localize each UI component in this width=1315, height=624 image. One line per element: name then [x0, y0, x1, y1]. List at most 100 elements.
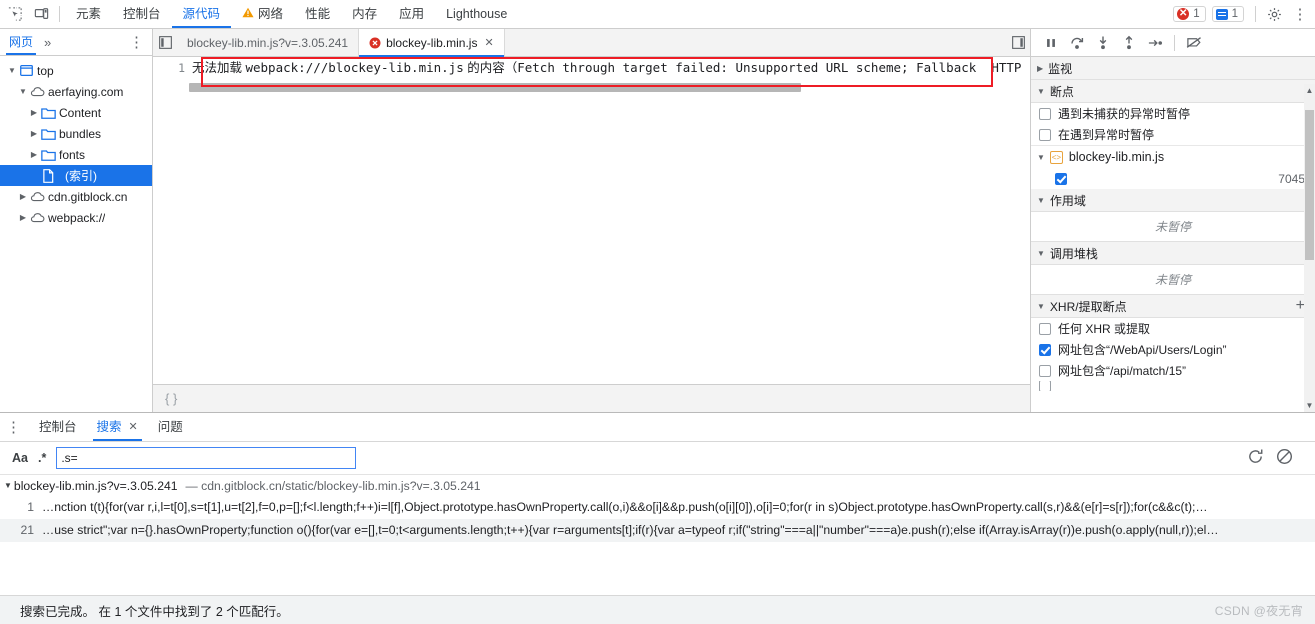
debugger-pane: ▶ 监视 ▼ 断点 遇到未捕获的异常时暂停 在遇到异常时暂停 ▼ <> bloc…	[1031, 29, 1315, 412]
checkbox[interactable]	[1039, 343, 1051, 356]
xhr-breakpoint-row-3-partial[interactable]	[1031, 381, 1315, 391]
close-icon[interactable]: ✕	[129, 413, 138, 441]
tree-item-cdn-gitblock[interactable]: ▶ cdn.gitblock.cn	[0, 186, 152, 207]
resume-script-button[interactable]	[1039, 31, 1063, 55]
panel-collapse-left-icon[interactable]	[153, 36, 177, 49]
section-watch[interactable]: ▶ 监视	[1031, 57, 1315, 80]
xhr-breakpoint-row-0[interactable]: 任何 XHR 或提取	[1031, 318, 1315, 339]
horizontal-scrollbar[interactable]	[189, 83, 1016, 92]
inspect-cursor-icon[interactable]	[2, 1, 28, 27]
scrollbar-thumb[interactable]	[189, 83, 801, 92]
tab-application[interactable]: 应用	[388, 0, 435, 28]
tree-item-bundles[interactable]: ▶ bundles	[0, 123, 152, 144]
section-breakpoints[interactable]: ▼ 断点	[1031, 80, 1315, 103]
section-xhr-breakpoints[interactable]: ▼ XHR/提取断点 +	[1031, 295, 1315, 318]
editor-tabbar: blockey-lib.min.js?v=.3.05.241 blockey-l…	[153, 29, 1030, 57]
cloud-icon	[29, 86, 45, 97]
drawer-tab-search[interactable]: 搜索 ✕	[87, 413, 148, 441]
line-number: 1	[153, 57, 192, 79]
drawer-tab-issues[interactable]: 问题	[148, 413, 193, 441]
gear-icon[interactable]	[1261, 1, 1287, 27]
editor-tab-0[interactable]: blockey-lib.min.js?v=.3.05.241	[177, 29, 360, 56]
twisty-icon[interactable]: ▶	[1037, 64, 1043, 73]
checkbox[interactable]	[1039, 107, 1051, 120]
checkbox[interactable]	[1039, 364, 1051, 377]
navigator-tab-page[interactable]: 网页	[6, 29, 37, 55]
match-case-toggle[interactable]: Aa	[12, 451, 28, 465]
twisty-icon[interactable]: ▶	[17, 213, 29, 222]
tree-item-webpack[interactable]: ▶ webpack://	[0, 207, 152, 228]
twisty-icon[interactable]: ▼	[1037, 87, 1045, 96]
tab-lighthouse[interactable]: Lighthouse	[435, 0, 518, 28]
navigator-kebab-menu-icon[interactable]: ⋮	[129, 35, 144, 50]
navigator-more-tabs-icon[interactable]: »	[44, 35, 51, 50]
breakpoint-file-row[interactable]: ▼ <> blockey-lib.min.js	[1031, 145, 1315, 168]
tree-item-content[interactable]: ▶ Content	[0, 102, 152, 123]
tab-performance[interactable]: 性能	[294, 0, 341, 28]
tree-item-aerfaying[interactable]: ▼ aerfaying.com	[0, 81, 152, 102]
checkbox[interactable]	[1055, 172, 1067, 185]
search-result-line[interactable]: 1 …nction t(t){for(var r,i,l=t[0],s=t[1]…	[0, 496, 1315, 519]
tree-item-index[interactable]: (索引)	[0, 165, 152, 186]
twisty-icon[interactable]: ▼	[17, 87, 29, 96]
result-line-text: …nction t(t){for(var r,i,l=t[0],s=t[1],u…	[42, 500, 1208, 514]
xhr-breakpoint-row-1[interactable]: 网址包含“/WebApi/Users/Login”	[1031, 339, 1315, 360]
regex-toggle[interactable]: .*	[38, 451, 46, 465]
checkbox[interactable]	[1039, 381, 1051, 391]
section-call-stack[interactable]: ▼ 调用堆栈	[1031, 242, 1315, 265]
xhr-breakpoint-row-2[interactable]: 网址包含“/api/match/15”	[1031, 360, 1315, 381]
search-status-text: 搜索已完成。 在 1 个文件中找到了 2 个匹配行。	[20, 605, 289, 619]
twisty-icon[interactable]: ▼	[1037, 249, 1045, 258]
search-result-file-row[interactable]: ▼ blockey-lib.min.js?v=.3.05.241 — cdn.g…	[0, 475, 1315, 496]
format-code-button[interactable]: { }	[165, 391, 177, 406]
twisty-icon[interactable]: ▶	[28, 150, 40, 159]
close-icon[interactable]: ✕	[484, 36, 493, 49]
refresh-icon[interactable]	[1247, 448, 1264, 469]
drawer-kebab-menu-icon[interactable]: ⋮	[6, 420, 21, 435]
tab-sources[interactable]: 源代码	[171, 0, 232, 28]
pause-exceptions-row[interactable]: 在遇到异常时暂停	[1031, 124, 1315, 145]
debugger-vertical-scrollbar[interactable]: ▲ ▼	[1304, 84, 1315, 412]
tab-elements[interactable]: 元素	[65, 0, 112, 28]
drawer-tab-console[interactable]: 控制台	[29, 413, 87, 441]
devtools-body: 网页 » ⋮ ▼ top ▼ aerfaying.com ▶ Content ▶…	[0, 29, 1315, 412]
scroll-down-arrow-icon[interactable]: ▼	[1304, 399, 1315, 412]
search-result-line[interactable]: 21 …use strict";var n={}.hasOwnProperty;…	[0, 519, 1315, 542]
scrollbar-thumb[interactable]	[1305, 110, 1314, 260]
kebab-menu-icon[interactable]: ⋮	[1287, 1, 1313, 27]
device-toolbar-icon[interactable]	[28, 1, 54, 27]
tab-memory[interactable]: 内存	[341, 0, 388, 28]
scroll-up-arrow-icon[interactable]: ▲	[1304, 84, 1315, 97]
twisty-icon[interactable]: ▶	[28, 129, 40, 138]
pause-uncaught-exceptions-row[interactable]: 遇到未捕获的异常时暂停	[1031, 103, 1315, 124]
twisty-icon[interactable]: ▼	[4, 481, 12, 490]
panel-expand-right-icon[interactable]	[1006, 36, 1030, 49]
step-out-button[interactable]	[1117, 31, 1141, 55]
error-count-badge[interactable]: ✕ 1	[1173, 6, 1206, 22]
tree-item-fonts[interactable]: ▶ fonts	[0, 144, 152, 165]
code-viewer[interactable]: 1 无法加载 webpack:///blockey-lib.min.js 的内容…	[153, 57, 1030, 384]
toolbar-divider-2	[1255, 6, 1256, 22]
twisty-icon[interactable]: ▼	[1037, 196, 1045, 205]
twisty-icon[interactable]: ▼	[1037, 302, 1045, 311]
step-into-button[interactable]	[1091, 31, 1115, 55]
message-count-badge[interactable]: 1	[1211, 6, 1244, 22]
twisty-icon[interactable]: ▶	[17, 192, 29, 201]
tab-network[interactable]: 网络	[231, 0, 294, 28]
tree-item-label: fonts	[59, 147, 86, 162]
checkbox[interactable]	[1039, 322, 1051, 335]
section-scope[interactable]: ▼ 作用域	[1031, 189, 1315, 212]
search-input[interactable]	[56, 447, 357, 469]
checkbox[interactable]	[1039, 128, 1051, 141]
step-over-button[interactable]	[1065, 31, 1089, 55]
tab-console[interactable]: 控制台	[112, 0, 172, 28]
step-button[interactable]	[1143, 31, 1167, 55]
twisty-icon[interactable]: ▶	[28, 108, 40, 117]
twisty-icon[interactable]: ▼	[6, 66, 18, 75]
clear-icon[interactable]	[1276, 448, 1293, 469]
editor-tab-1[interactable]: blockey-lib.min.js ✕	[359, 29, 505, 57]
breakpoint-entry-row[interactable]: 7045	[1031, 168, 1315, 189]
deactivate-breakpoints-button[interactable]	[1182, 31, 1206, 55]
twisty-icon[interactable]: ▼	[1037, 153, 1045, 162]
tree-item-top[interactable]: ▼ top	[0, 60, 152, 81]
